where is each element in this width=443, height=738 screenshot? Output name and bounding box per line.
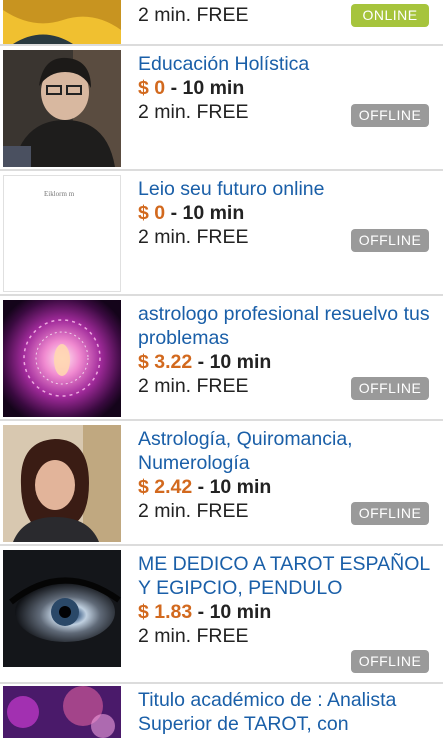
price-unit: - 10 min bbox=[197, 351, 272, 373]
list-item[interactable]: Titulo académico de : Analista Superior … bbox=[0, 684, 443, 738]
price: $ 2.42 - 10 min bbox=[138, 475, 435, 499]
list-item[interactable]: ME DEDICO A TAROT ESPAÑOL Y EGIPCIO, PEN… bbox=[0, 546, 443, 684]
list-item[interactable]: astrologo profesional resuelvo tus probl… bbox=[0, 296, 443, 421]
price-value: 0 bbox=[154, 77, 166, 99]
list-item[interactable]: 2 min. FREE ONLINE bbox=[0, 0, 443, 46]
reader-title[interactable]: Leio seu futuro online bbox=[138, 177, 435, 201]
status-badge: OFFLINE bbox=[351, 377, 429, 400]
price-unit: - 10 min bbox=[170, 77, 245, 99]
price-value: 0 bbox=[154, 202, 166, 224]
price-value: 2.42 bbox=[154, 476, 193, 498]
reader-avatar[interactable] bbox=[3, 300, 121, 417]
currency: $ bbox=[138, 202, 149, 224]
price-value: 1.83 bbox=[154, 601, 193, 623]
list-item[interactable]: Eiklorm m Leio seu futuro online $ 0 - 1… bbox=[0, 171, 443, 296]
price-amount: $ 0 bbox=[138, 77, 165, 99]
currency: $ bbox=[138, 351, 149, 373]
free-minutes: 2 min. FREE bbox=[138, 625, 249, 647]
reader-avatar[interactable] bbox=[3, 425, 121, 542]
status-badge: OFFLINE bbox=[351, 229, 429, 252]
price: $ 0 - 10 min bbox=[138, 76, 435, 100]
status-badge: OFFLINE bbox=[351, 502, 429, 525]
reader-title[interactable]: Astrología, Quiromancia, Numerología bbox=[138, 427, 435, 475]
reader-avatar[interactable] bbox=[3, 550, 121, 667]
price-amount: $ 0 bbox=[138, 202, 165, 224]
reader-title[interactable]: ME DEDICO A TAROT ESPAÑOL Y EGIPCIO, PEN… bbox=[138, 552, 435, 600]
reader-avatar[interactable] bbox=[3, 686, 121, 738]
status-badge: ONLINE bbox=[351, 4, 429, 27]
reader-avatar[interactable]: Eiklorm m bbox=[3, 175, 121, 292]
reader-title[interactable]: Titulo académico de : Analista Superior … bbox=[138, 688, 435, 736]
status-badge: OFFLINE bbox=[351, 104, 429, 127]
price-amount: $ 2.42 bbox=[138, 476, 192, 498]
reader-title[interactable]: astrologo profesional resuelvo tus probl… bbox=[138, 302, 435, 350]
price: $ 3.22 - 10 min bbox=[138, 350, 435, 374]
price-amount: $ 1.83 bbox=[138, 601, 192, 623]
currency: $ bbox=[138, 601, 149, 623]
list-item[interactable]: Astrología, Quiromancia, Numerología $ 2… bbox=[0, 421, 443, 546]
price: $ 1.83 - 10 min bbox=[138, 600, 435, 624]
avatar-caption: Eiklorm m bbox=[44, 190, 75, 198]
price-unit: - 10 min bbox=[197, 601, 272, 623]
price-unit: - 10 min bbox=[170, 202, 245, 224]
currency: $ bbox=[138, 476, 149, 498]
currency: $ bbox=[138, 77, 149, 99]
reader-avatar[interactable] bbox=[3, 0, 121, 44]
reader-avatar[interactable] bbox=[3, 50, 121, 167]
price: $ 0 - 10 min bbox=[138, 201, 435, 225]
list-item[interactable]: Educación Holística $ 0 - 10 min 2 min. … bbox=[0, 46, 443, 171]
price-value: 3.22 bbox=[154, 351, 193, 373]
reader-title[interactable]: Educación Holística bbox=[138, 52, 435, 76]
status-badge: OFFLINE bbox=[351, 650, 429, 673]
price-amount: $ 3.22 bbox=[138, 351, 192, 373]
price-unit: - 10 min bbox=[197, 476, 272, 498]
